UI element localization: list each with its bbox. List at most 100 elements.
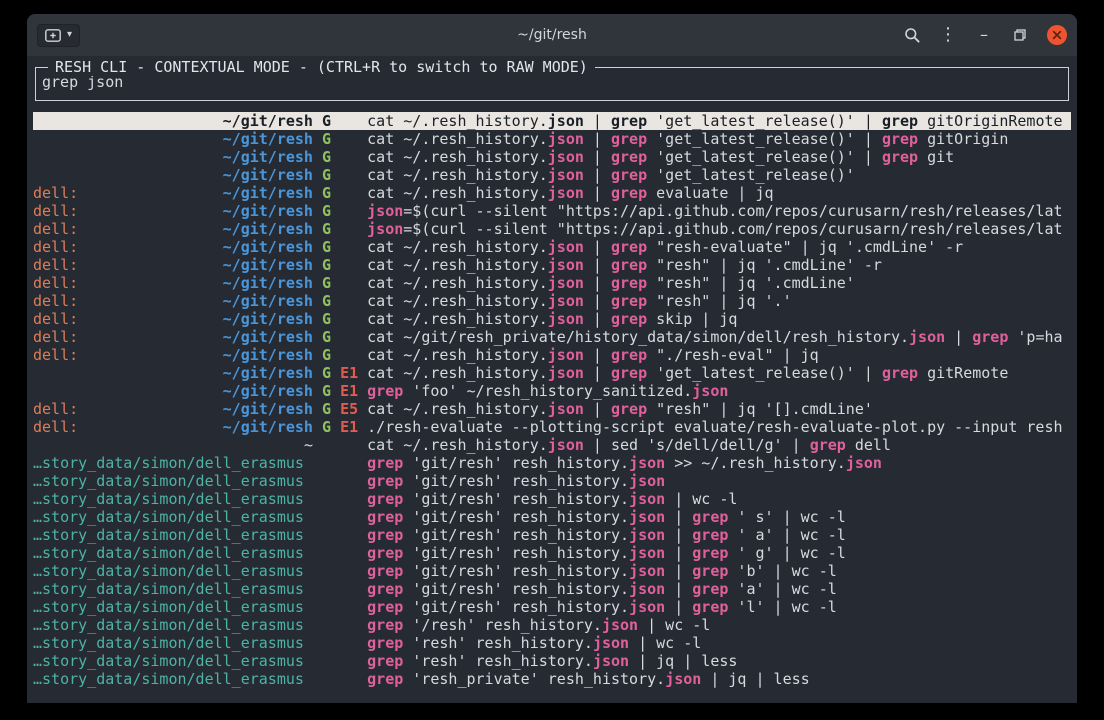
history-row[interactable]: …story_data/simon/dell_erasmus grep 'res… (33, 652, 1071, 670)
history-row[interactable]: dell: ~/git/resh G json=$(curl --silent … (33, 202, 1071, 220)
history-row[interactable]: …story_data/simon/dell_erasmus grep 'git… (33, 472, 1071, 490)
row-directory: ~/git/resh (223, 202, 313, 220)
history-row[interactable]: …story_data/simon/dell_erasmus grep 'git… (33, 508, 1071, 526)
flag-exit-status: E5 (340, 400, 358, 418)
new-tab-icon (45, 29, 61, 42)
row-directory: ~/git/resh (223, 112, 313, 130)
flag-exit-status: E1 (340, 364, 358, 382)
row-host: dell: (33, 400, 78, 418)
chevron-down-icon[interactable]: ▾ (67, 30, 72, 40)
row-directory: ~/git/resh (223, 130, 313, 148)
history-row[interactable]: dell: ~/git/resh G cat ~/.resh_history.j… (33, 184, 1071, 202)
match-text: json (548, 238, 584, 256)
history-row[interactable]: …story_data/simon/dell_erasmus grep 'git… (33, 526, 1071, 544)
flag-git: G (322, 292, 331, 310)
row-host: …story_data/simon/dell_erasmus (33, 634, 304, 652)
flag-git: G (322, 400, 331, 418)
flag-git: G (322, 130, 331, 148)
flag-git: G (322, 418, 331, 436)
row-directory: ~/git/resh (223, 166, 313, 184)
row-host: …story_data/simon/dell_erasmus (33, 598, 304, 616)
history-row[interactable]: dell: ~/git/resh G E1 ./resh-evaluate --… (33, 418, 1071, 436)
match-text: grep (882, 148, 918, 166)
match-text: grep (611, 346, 647, 364)
match-text: json (629, 454, 665, 472)
flag-git: G (322, 112, 331, 130)
history-row[interactable]: dell: ~/git/resh G cat ~/.resh_history.j… (33, 346, 1071, 364)
new-tab-button[interactable]: ▾ (37, 24, 80, 47)
match-text: json (548, 184, 584, 202)
match-text: json (909, 328, 945, 346)
history-row[interactable]: dell: ~/git/resh G cat ~/git/resh_privat… (33, 328, 1071, 346)
history-row[interactable]: dell: ~/git/resh G cat ~/.resh_history.j… (33, 274, 1071, 292)
match-text: grep (611, 166, 647, 184)
flag-git: G (322, 364, 331, 382)
history-row[interactable]: ~/git/resh G E1 cat ~/.resh_history.json… (33, 364, 1071, 382)
close-button[interactable] (1047, 25, 1067, 45)
match-text: json (692, 382, 728, 400)
flag-exit-status: E1 (340, 382, 358, 400)
row-host: dell: (33, 274, 78, 292)
history-row[interactable]: ~/git/resh G cat ~/.resh_history.json | … (33, 148, 1071, 166)
row-host: dell: (33, 220, 78, 238)
minimize-button[interactable]: – (966, 25, 1002, 45)
match-text: grep (611, 310, 647, 328)
history-row[interactable]: ~/git/resh G cat ~/.resh_history.json | … (33, 112, 1071, 130)
row-directory: ~/git/resh (223, 238, 313, 256)
row-directory: ~/git/resh (223, 274, 313, 292)
match-text: grep (692, 526, 728, 544)
row-host: dell: (33, 328, 78, 346)
match-text: json (629, 526, 665, 544)
history-row[interactable]: dell: ~/git/resh G cat ~/.resh_history.j… (33, 256, 1071, 274)
restore-button[interactable] (1002, 28, 1038, 42)
match-text: grep (692, 544, 728, 562)
match-text: grep (367, 508, 403, 526)
row-host: …story_data/simon/dell_erasmus (33, 508, 304, 526)
match-text: grep (611, 238, 647, 256)
history-row[interactable]: …story_data/simon/dell_erasmus grep 'git… (33, 562, 1071, 580)
history-row[interactable]: dell: ~/git/resh G cat ~/.resh_history.j… (33, 310, 1071, 328)
history-row[interactable]: …story_data/simon/dell_erasmus grep 'git… (33, 544, 1071, 562)
match-text: grep (367, 670, 403, 688)
row-directory: ~/git/resh (223, 418, 313, 436)
match-text: json (665, 670, 701, 688)
flag-exit-status: E1 (340, 418, 358, 436)
menu-kebab-icon[interactable]: ⋮ (930, 25, 966, 45)
history-row[interactable]: …story_data/simon/dell_erasmus grep 'git… (33, 454, 1071, 472)
history-row[interactable]: ~/git/resh G cat ~/.resh_history.json | … (33, 166, 1071, 184)
history-row[interactable]: …story_data/simon/dell_erasmus grep 'res… (33, 670, 1071, 688)
history-row[interactable]: …story_data/simon/dell_erasmus grep 'res… (33, 634, 1071, 652)
history-row[interactable]: …story_data/simon/dell_erasmus grep 'git… (33, 580, 1071, 598)
flag-git: G (322, 274, 331, 292)
history-row[interactable]: dell: ~/git/resh G json=$(curl --silent … (33, 220, 1071, 238)
match-text: grep (611, 256, 647, 274)
search-button[interactable] (894, 27, 930, 43)
match-text: json (548, 400, 584, 418)
flag-git: G (322, 328, 331, 346)
history-row[interactable]: …story_data/simon/dell_erasmus grep 'git… (33, 598, 1071, 616)
terminal-window: ▾ ~/git/resh ⋮ – (27, 14, 1077, 703)
titlebar-left: ▾ (37, 24, 80, 47)
match-text: json (367, 202, 403, 220)
match-text: json (548, 292, 584, 310)
row-host: dell: (33, 202, 78, 220)
match-text: grep (882, 130, 918, 148)
history-row[interactable]: ~/git/resh G cat ~/.resh_history.json | … (33, 130, 1071, 148)
history-row[interactable]: …story_data/simon/dell_erasmus grep '/re… (33, 616, 1071, 634)
history-list: ~/git/resh G cat ~/.resh_history.json | … (33, 112, 1071, 688)
flag-git: G (322, 220, 331, 238)
row-host: …story_data/simon/dell_erasmus (33, 580, 304, 598)
match-text: grep (611, 130, 647, 148)
panel-title: RESH CLI - CONTEXTUAL MODE - (CTRL+R to … (48, 58, 595, 76)
match-text: grep (882, 364, 918, 382)
history-row[interactable]: dell: ~/git/resh G E5 cat ~/.resh_histor… (33, 400, 1071, 418)
history-row[interactable]: …story_data/simon/dell_erasmus grep 'git… (33, 490, 1071, 508)
row-directory: ~/git/resh (223, 328, 313, 346)
row-directory: ~ (304, 436, 313, 454)
history-row[interactable]: ~/git/resh G E1 grep 'foo' ~/resh_histor… (33, 382, 1071, 400)
history-row[interactable]: dell: ~/git/resh G cat ~/.resh_history.j… (33, 292, 1071, 310)
history-row[interactable]: ~ cat ~/.resh_history.json | sed 's/dell… (33, 436, 1071, 454)
row-host: dell: (33, 418, 78, 436)
history-row[interactable]: dell: ~/git/resh G cat ~/.resh_history.j… (33, 238, 1071, 256)
row-host: …story_data/simon/dell_erasmus (33, 562, 304, 580)
